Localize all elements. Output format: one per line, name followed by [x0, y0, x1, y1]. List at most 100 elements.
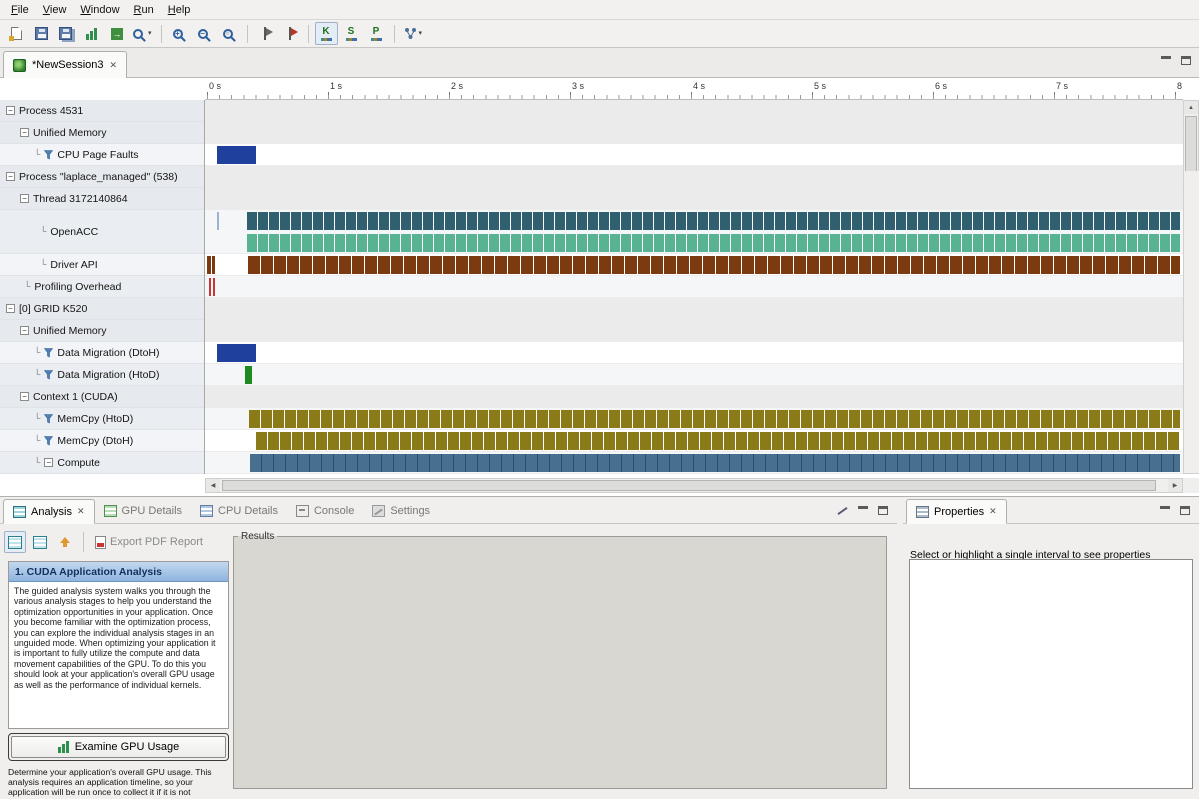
tab-cpu-details[interactable]: CPU Details	[191, 498, 287, 523]
minimize-editor-icon[interactable]	[1161, 56, 1171, 65]
collapse-toggle-icon[interactable]: −	[20, 128, 29, 137]
timeline-row-label[interactable]: └Data Migration (DtoH)	[0, 342, 204, 364]
filter-icon[interactable]	[44, 348, 53, 358]
timeline-row-label[interactable]: −[0] GRID K520	[0, 298, 204, 320]
close-analysis-tab-icon[interactable]: ✕	[77, 507, 85, 516]
hscroll-thumb[interactable]	[222, 480, 1156, 491]
filter-icon[interactable]	[44, 436, 53, 446]
menu-window[interactable]: Window	[73, 2, 126, 18]
timeline-row-label[interactable]: └Data Migration (HtoD)	[0, 364, 204, 386]
minimize-properties-icon[interactable]	[1160, 506, 1170, 515]
maximize-analysis-icon[interactable]	[878, 506, 888, 515]
analysis-menu-button[interactable]: ▾	[401, 22, 426, 45]
save-all-button[interactable]	[55, 22, 78, 45]
profile-button[interactable]	[80, 22, 103, 45]
scroll-up-arrow-icon[interactable]: ▲	[1184, 101, 1198, 114]
timeline-row-label[interactable]: └−Compute	[0, 452, 204, 474]
timeline-interval-bar[interactable]	[209, 278, 211, 296]
timeline-row-track[interactable]	[205, 254, 1183, 276]
timeline-row-track[interactable]	[205, 210, 1183, 254]
timeline-row-label[interactable]: −Process 4531	[0, 100, 204, 122]
examine-gpu-usage-button[interactable]: Examine GPU Usage	[11, 736, 226, 758]
search-menu-button[interactable]: ▾	[130, 22, 155, 45]
timeline-row-label[interactable]: −Unified Memory	[0, 122, 204, 144]
timeline-row-label[interactable]: └MemCpy (DtoH)	[0, 430, 204, 452]
scroll-right-arrow-icon[interactable]: ▶	[1168, 479, 1182, 492]
tab-settings[interactable]: Settings	[363, 498, 439, 523]
timeline-row-label[interactable]: └MemCpy (HtoD)	[0, 408, 204, 430]
collapse-toggle-icon[interactable]: −	[6, 106, 15, 115]
timeline-row-track[interactable]	[205, 452, 1183, 474]
timeline-interval-bar[interactable]	[249, 410, 1180, 428]
maximize-editor-icon[interactable]	[1181, 56, 1191, 65]
timeline-row-track[interactable]	[205, 188, 1183, 210]
zoom-fit-button[interactable]: ▫	[218, 22, 241, 45]
menu-run[interactable]: Run	[127, 2, 161, 18]
menu-file[interactable]: File	[4, 2, 36, 18]
timeline-row-track[interactable]	[205, 122, 1183, 144]
tab-properties[interactable]: Properties ✕	[906, 499, 1007, 524]
unguided-analysis-button[interactable]	[29, 531, 51, 553]
timeline-row-track[interactable]	[205, 144, 1183, 166]
new-session-button[interactable]	[5, 22, 28, 45]
timeline-row-label[interactable]: └OpenACC	[0, 210, 204, 254]
guided-analysis-button[interactable]	[4, 531, 26, 553]
timeline-interval-bar[interactable]	[247, 212, 1180, 230]
timeline-row-track[interactable]	[205, 342, 1183, 364]
process-toggle-button[interactable]: P	[365, 22, 388, 45]
tab-console[interactable]: Console	[287, 498, 363, 523]
collapse-toggle-icon[interactable]: −	[20, 392, 29, 401]
timeline-interval-bar[interactable]	[217, 212, 219, 230]
maximize-properties-icon[interactable]	[1180, 506, 1190, 515]
close-properties-tab-icon[interactable]: ✕	[989, 507, 997, 516]
kernel-toggle-button[interactable]: K	[315, 22, 338, 45]
timeline-row-label[interactable]: −Unified Memory	[0, 320, 204, 342]
minimize-analysis-icon[interactable]	[858, 506, 868, 515]
timeline-interval-bar[interactable]	[248, 256, 1180, 274]
zoom-out-button[interactable]: −	[193, 22, 216, 45]
timeline-row-label[interactable]: └Driver API	[0, 254, 204, 276]
timeline-row-label[interactable]: └CPU Page Faults	[0, 144, 204, 166]
timeline-interval-bar[interactable]	[247, 234, 1180, 252]
timeline-row-label[interactable]: −Thread 3172140864	[0, 188, 204, 210]
timeline-row-label[interactable]: −Context 1 (CUDA)	[0, 386, 204, 408]
menu-view[interactable]: View	[36, 2, 74, 18]
timeline-row-track[interactable]	[205, 298, 1183, 320]
save-button[interactable]	[30, 22, 53, 45]
prev-marker-button[interactable]	[254, 22, 277, 45]
timeline-interval-bar[interactable]	[256, 432, 1180, 450]
scroll-down-arrow-icon[interactable]: ▼	[1184, 171, 1199, 473]
export-pdf-button[interactable]: Export PDF Report	[91, 531, 207, 553]
timeline-interval-bar[interactable]	[207, 256, 215, 274]
filter-icon[interactable]	[44, 370, 53, 380]
timeline-interval-bar[interactable]	[245, 366, 252, 384]
timeline-row-track[interactable]	[205, 276, 1183, 298]
timeline-row-track[interactable]	[205, 386, 1183, 408]
view-menu-icon[interactable]	[836, 505, 848, 517]
export-session-button[interactable]	[105, 22, 128, 45]
timeline-interval-bar[interactable]	[250, 454, 1180, 472]
stream-toggle-button[interactable]: S	[340, 22, 363, 45]
timeline-row-track[interactable]	[205, 408, 1183, 430]
timeline-interval-bar[interactable]	[217, 344, 256, 362]
timeline-row-track[interactable]	[205, 320, 1183, 342]
timeline-row-track[interactable]	[205, 100, 1183, 122]
close-session-tab-icon[interactable]: ✕	[110, 61, 118, 70]
timeline-row-track[interactable]	[205, 166, 1183, 188]
next-marker-button[interactable]	[279, 22, 302, 45]
tab-newsession3[interactable]: *NewSession3 ✕	[3, 51, 127, 78]
collapse-toggle-icon[interactable]: −	[20, 326, 29, 335]
collapse-toggle-icon[interactable]: −	[6, 172, 15, 181]
filter-icon[interactable]	[44, 414, 53, 424]
tab-analysis[interactable]: Analysis ✕	[3, 499, 95, 524]
timeline-row-track[interactable]	[205, 430, 1183, 452]
menu-help[interactable]: Help	[161, 2, 198, 18]
timeline-row-label[interactable]: └Profiling Overhead	[0, 276, 204, 298]
timeline-vertical-scrollbar[interactable]: ▲ ▼	[1183, 100, 1199, 474]
timeline-row-track[interactable]	[205, 364, 1183, 386]
collapse-toggle-icon[interactable]: −	[44, 458, 53, 467]
back-button[interactable]	[54, 531, 76, 553]
timeline-horizontal-scrollbar[interactable]: ◀ ▶	[205, 478, 1183, 493]
timeline-interval-bar[interactable]	[217, 146, 256, 164]
filter-icon[interactable]	[44, 150, 53, 160]
